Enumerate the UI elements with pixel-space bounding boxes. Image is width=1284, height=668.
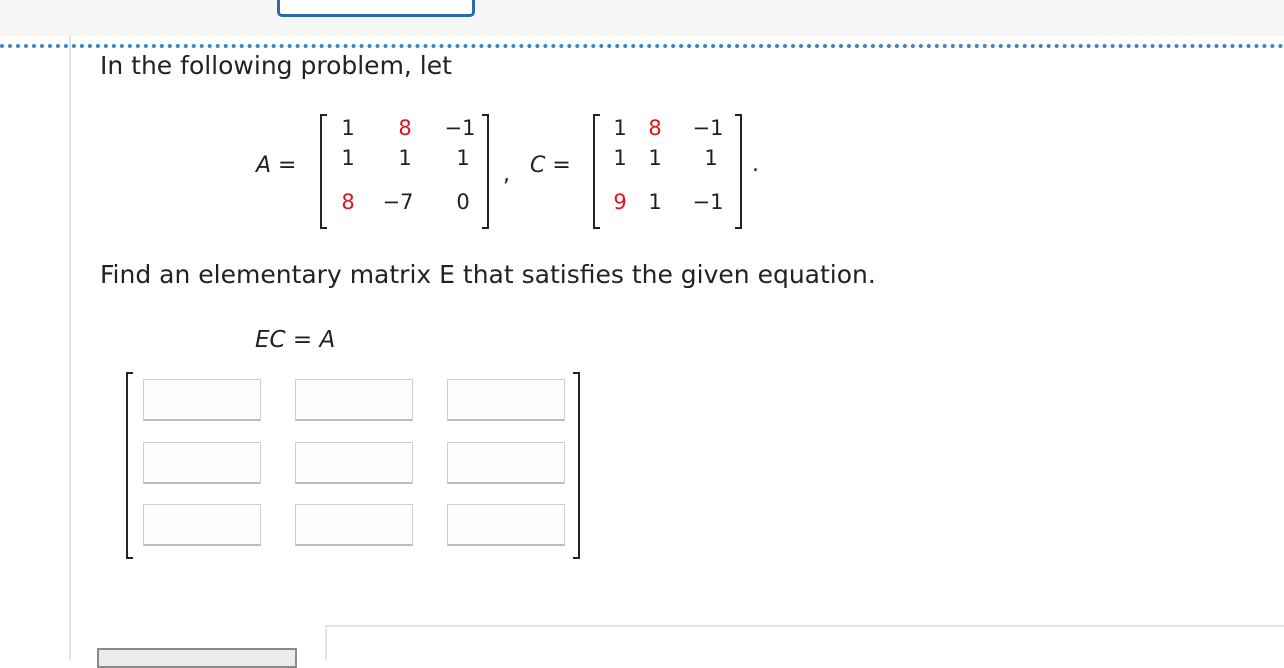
matrix-c-cell: 1 [704, 146, 718, 170]
matrix-c-right-bracket [735, 114, 742, 229]
matrix-c-cell: −1 [692, 116, 724, 140]
matrix-a-cell: 1 [398, 146, 412, 170]
matrix-a-cell: 1 [341, 146, 355, 170]
equation: EC = A [255, 327, 336, 353]
answer-input-r2c2[interactable] [295, 442, 413, 484]
matrix-c-left-bracket [593, 114, 600, 229]
answer-input-r2c3[interactable] [447, 442, 565, 484]
matrix-c-cell: −1 [692, 190, 724, 214]
matrix-a-cell: 1 [341, 116, 355, 140]
end-period: . [752, 152, 759, 177]
matrix-a-cell-highlight: 8 [398, 116, 412, 140]
answer-input-r2c1[interactable] [143, 442, 261, 484]
instruction-text: Find an elementary matrix E that satisfi… [100, 260, 876, 289]
answer-input-r3c1[interactable] [143, 504, 261, 546]
bottom-panel-border [325, 625, 1284, 627]
answer-matrix-right-bracket [573, 372, 580, 559]
matrix-c-cell: 1 [613, 146, 627, 170]
matrix-c-label: C = [530, 153, 571, 178]
matrix-a-cell: −7 [382, 190, 414, 214]
matrix-a-cell: 1 [456, 146, 470, 170]
matrix-a-left-bracket [320, 114, 327, 229]
answer-input-r1c1[interactable] [143, 379, 261, 421]
answer-input-r3c3[interactable] [447, 504, 565, 546]
matrix-a-label: A = [256, 153, 297, 178]
problem-intro: In the following problem, let [100, 51, 452, 80]
matrix-a-right-bracket [482, 114, 489, 229]
top-bar [0, 0, 1284, 36]
separator-comma: , [503, 162, 510, 187]
submit-button[interactable] [97, 648, 297, 668]
matrix-c-cell: 1 [648, 190, 662, 214]
answer-input-r1c2[interactable] [295, 379, 413, 421]
matrix-c-cell-highlight: 8 [648, 116, 662, 140]
matrix-c-cell: 1 [613, 116, 627, 140]
bottom-panel-left-border [325, 625, 327, 660]
matrix-a-cell: −1 [444, 116, 476, 140]
matrix-a-cell-highlight: 8 [341, 190, 355, 214]
section-divider [0, 44, 1284, 48]
answer-input-r3c2[interactable] [295, 504, 413, 546]
answer-matrix-left-bracket [126, 372, 133, 559]
left-border [69, 36, 71, 660]
matrix-c-cell: 1 [648, 146, 662, 170]
answer-input-r1c3[interactable] [447, 379, 565, 421]
matrix-c-cell-highlight: 9 [613, 190, 627, 214]
matrix-a-cell: 0 [456, 190, 470, 214]
top-tab[interactable] [277, 0, 475, 17]
